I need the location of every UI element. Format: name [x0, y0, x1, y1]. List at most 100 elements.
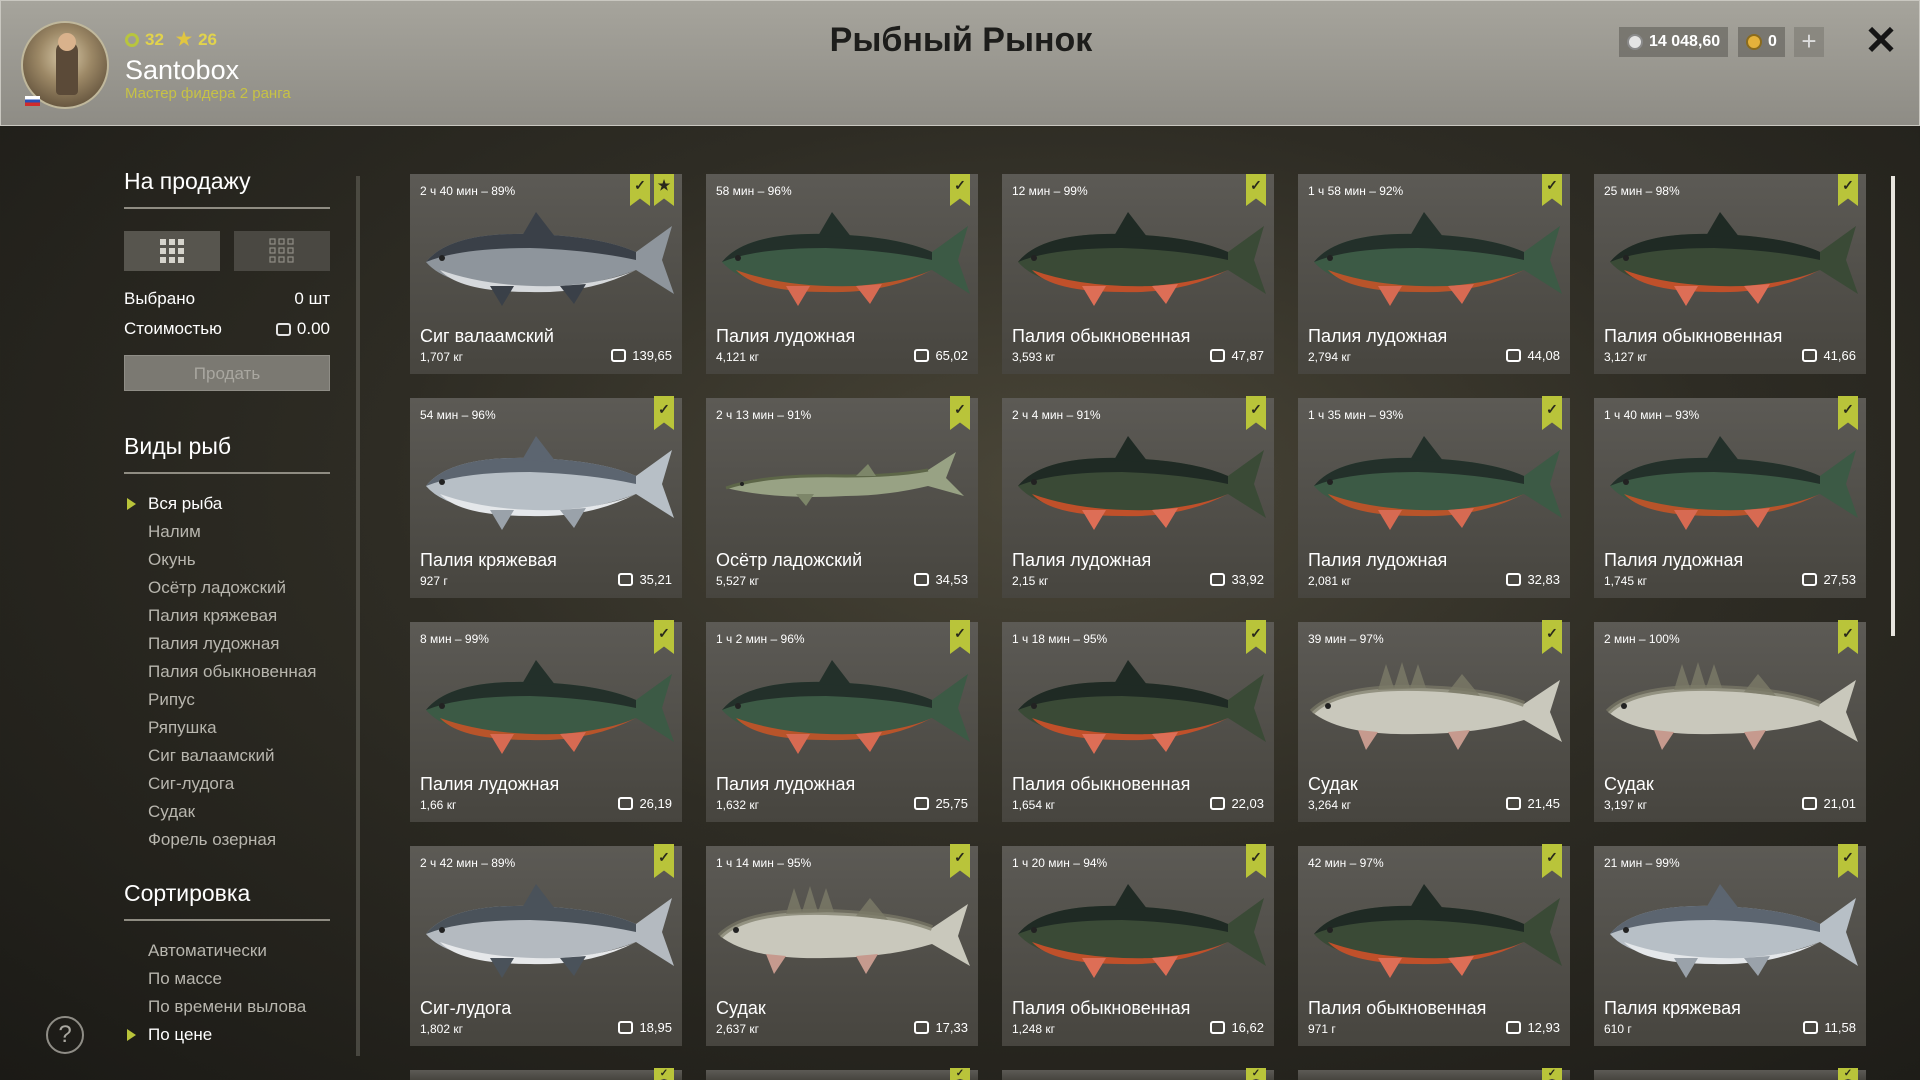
close-button[interactable]: ✕ [1863, 21, 1899, 61]
check-badge-icon[interactable]: ✓ [1838, 396, 1858, 430]
sort-title: Сортировка [124, 880, 330, 921]
grid-large-view-button[interactable] [124, 231, 220, 271]
scrollbar[interactable] [1891, 176, 1895, 636]
price-value: 32,83 [1527, 572, 1560, 587]
view-toggles [124, 231, 330, 271]
fish-card[interactable]: 42 мин – 97% ✓ Палия обыкновенная 971 г … [1298, 844, 1570, 1046]
sort-option-item[interactable]: По массе [124, 965, 330, 993]
check-badge-icon[interactable]: ✓ [654, 396, 674, 430]
fish-card[interactable]: 1 ч 18 мин – 95% ✓ Палия обыкновенная 1,… [1002, 620, 1274, 822]
silver-balance: 14 048,60 [1619, 27, 1729, 57]
add-currency-button[interactable]: + [1794, 27, 1824, 57]
fish-card[interactable]: 1 ч 2 мин – 96% ✓ Палия лудожная 1,632 к… [706, 620, 978, 822]
sell-button[interactable]: Продать [124, 355, 330, 391]
fish-card-partial[interactable]: ✓ [410, 1068, 682, 1080]
fish-card[interactable]: 58 мин – 96% ✓ Палия лудожная 4,121 кг 6… [706, 174, 978, 374]
check-badge-icon[interactable]: ✓ [950, 844, 970, 878]
card-badges: ✓ [1838, 620, 1858, 654]
fish-card-partial[interactable]: ✓ [1002, 1068, 1274, 1080]
fish-price: 44,08 [1506, 348, 1560, 363]
card-badges: ✓ [1542, 1068, 1562, 1080]
check-badge-icon[interactable]: ✓ [950, 1068, 970, 1080]
fish-type-item[interactable]: Рипус [124, 686, 330, 714]
fish-price: 22,03 [1210, 796, 1264, 811]
check-badge-icon[interactable]: ✓ [1246, 1068, 1266, 1080]
check-badge-icon[interactable]: ✓ [1838, 1068, 1858, 1080]
coin-icon [618, 573, 634, 586]
fish-card[interactable]: 2 ч 13 мин – 91% ✓ Осётр ладожский 5,527… [706, 396, 978, 598]
price-value: 65,02 [935, 348, 968, 363]
fish-price: 16,62 [1210, 1020, 1264, 1035]
check-badge-icon[interactable]: ✓ [1246, 396, 1266, 430]
card-badges: ✓ [950, 844, 970, 878]
fish-image [410, 202, 682, 310]
fish-card[interactable]: 2 ч 40 мин – 89% ✓ ★ Сиг валаамский 1,70… [410, 174, 682, 374]
fish-type-item[interactable]: Вся рыба [124, 490, 330, 518]
selected-row: Выбрано 0 шт [124, 289, 330, 309]
card-badges: ✓ [654, 844, 674, 878]
check-badge-icon[interactable]: ✓ [1838, 844, 1858, 878]
check-badge-icon[interactable]: ✓ [950, 620, 970, 654]
check-badge-icon[interactable]: ✓ [654, 1068, 674, 1080]
card-badges: ✓ [1542, 620, 1562, 654]
coin-icon [1210, 1021, 1226, 1034]
check-badge-icon[interactable]: ✓ [654, 620, 674, 654]
sort-option-item[interactable]: Автоматически [124, 937, 330, 965]
fish-type-item[interactable]: Судак [124, 798, 330, 826]
fish-type-item[interactable]: Палия обыкновенная [124, 658, 330, 686]
fish-card[interactable]: 1 ч 20 мин – 94% ✓ Палия обыкновенная 1,… [1002, 844, 1274, 1046]
fish-card[interactable]: 12 мин – 99% ✓ Палия обыкновенная 3,593 … [1002, 174, 1274, 374]
fish-card[interactable]: 2 ч 4 мин – 91% ✓ Палия лудожная 2,15 кг… [1002, 396, 1274, 598]
catch-time-freshness: 58 мин – 96% [716, 184, 792, 198]
fish-name: Сиг-лудога [420, 998, 512, 1018]
fish-type-item[interactable]: Ряпушка [124, 714, 330, 742]
fish-type-item[interactable]: Осётр ладожский [124, 574, 330, 602]
sort-option-item[interactable]: По времени вылова [124, 993, 330, 1021]
fish-card[interactable]: 25 мин – 98% ✓ Палия обыкновенная 3,127 … [1594, 174, 1866, 374]
coin-icon [1506, 349, 1522, 362]
fish-card-partial[interactable]: ✓ [1594, 1068, 1866, 1080]
price-value: 27,53 [1823, 572, 1856, 587]
fish-name: Палия кряжевая [420, 550, 557, 570]
check-badge-icon[interactable]: ✓ [1838, 620, 1858, 654]
fish-type-item[interactable]: Окунь [124, 546, 330, 574]
fish-type-item[interactable]: Палия лудожная [124, 630, 330, 658]
fish-card[interactable]: 2 ч 42 мин – 89% ✓ Сиг-лудога 1,802 кг 1… [410, 844, 682, 1046]
fish-card[interactable]: 1 ч 40 мин – 93% ✓ Палия лудожная 1,745 … [1594, 396, 1866, 598]
fish-card[interactable]: 1 ч 58 мин – 92% ✓ Палия лудожная 2,794 … [1298, 174, 1570, 374]
fish-card[interactable]: 54 мин – 96% ✓ Палия кряжевая 927 г 35,2… [410, 396, 682, 598]
fish-type-item[interactable]: Форель озерная [124, 826, 330, 854]
fish-card-partial[interactable]: ✓ [1298, 1068, 1570, 1080]
grid-small-view-button[interactable] [234, 231, 330, 271]
help-button[interactable]: ? [46, 1016, 84, 1054]
fish-image [1002, 426, 1274, 534]
fish-weight: 2,637 кг [716, 1022, 759, 1036]
sort-option-item[interactable]: По цене [124, 1021, 330, 1049]
fish-weight: 1,248 кг [1012, 1022, 1055, 1036]
check-badge-icon[interactable]: ✓ [1542, 620, 1562, 654]
fish-card[interactable]: 8 мин – 99% ✓ Палия лудожная 1,66 кг 26,… [410, 620, 682, 822]
check-badge-icon[interactable]: ✓ [1246, 620, 1266, 654]
fish-type-item[interactable]: Палия кряжевая [124, 602, 330, 630]
fish-card[interactable]: 39 мин – 97% ✓ Судак 3,264 кг 21,45 [1298, 620, 1570, 822]
fish-card[interactable]: 21 мин – 99% ✓ Палия кряжевая 610 г 11,5… [1594, 844, 1866, 1046]
fish-weight: 3,197 кг [1604, 798, 1647, 812]
check-badge-icon[interactable]: ✓ [1542, 1068, 1562, 1080]
fish-type-item[interactable]: Сиг-лудога [124, 770, 330, 798]
check-badge-icon[interactable]: ✓ [1542, 844, 1562, 878]
fish-name: Палия обыкновенная [1012, 774, 1191, 794]
check-badge-icon[interactable]: ✓ [1542, 396, 1562, 430]
fish-type-item[interactable]: Сиг валаамский [124, 742, 330, 770]
check-badge-icon[interactable]: ✓ [1246, 844, 1266, 878]
fish-image [1298, 874, 1570, 982]
fish-card[interactable]: 2 мин – 100% ✓ Судак 3,197 кг 21,01 [1594, 620, 1866, 822]
grid-large-icon [160, 239, 184, 263]
fish-card-partial[interactable]: ✓ [706, 1068, 978, 1080]
fish-card[interactable]: 1 ч 35 мин – 93% ✓ Палия лудожная 2,081 … [1298, 396, 1570, 598]
fish-card[interactable]: 1 ч 14 мин – 95% ✓ Судак 2,637 кг 17,33 [706, 844, 978, 1046]
fish-type-item[interactable]: Налим [124, 518, 330, 546]
fish-image [1002, 202, 1274, 310]
check-badge-icon[interactable]: ✓ [654, 844, 674, 878]
check-badge-icon[interactable]: ✓ [950, 396, 970, 430]
catch-time-freshness: 1 ч 14 мин – 95% [716, 856, 812, 870]
